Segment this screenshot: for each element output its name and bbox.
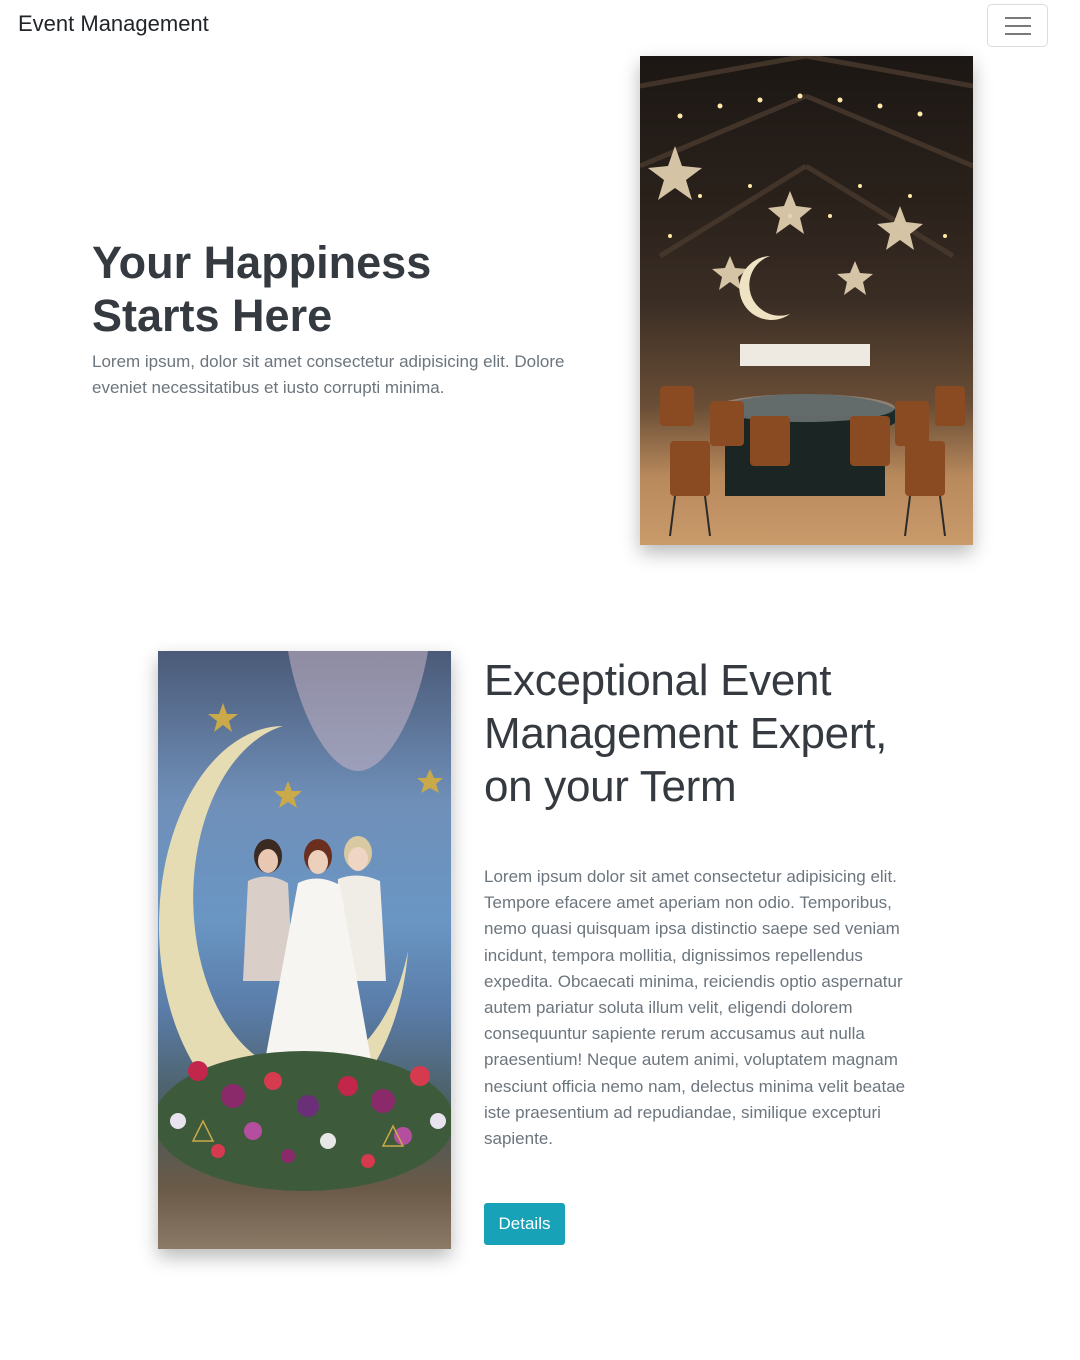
navbar-toggler-button[interactable] — [987, 4, 1048, 47]
feature-title: Exceptional Event Management Expert, on … — [484, 656, 888, 811]
navbar: Event Management — [0, 0, 1080, 52]
hero-title: Your Happiness Starts Here — [92, 237, 432, 341]
hero-image — [640, 56, 973, 545]
feature-image — [158, 651, 451, 1249]
brand-link[interactable]: Event Management — [18, 11, 209, 37]
feature-text: Lorem ipsum dolor sit amet consectetur a… — [484, 867, 906, 1149]
hero-text: Lorem ipsum, dolor sit amet consectetur … — [92, 352, 565, 397]
details-button[interactable]: Details — [484, 1203, 565, 1245]
page: Event Management Your Happiness Starts H… — [0, 0, 1080, 1360]
